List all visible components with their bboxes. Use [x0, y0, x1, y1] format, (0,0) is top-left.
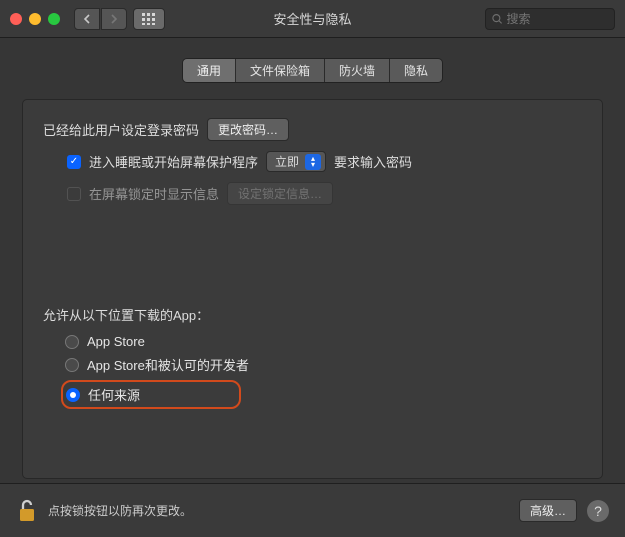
gatekeeper-title: 允许从以下位置下载的App： — [43, 305, 582, 324]
tab-privacy[interactable]: 隐私 — [390, 59, 442, 82]
show-lock-message-label: 在屏幕锁定时显示信息 — [89, 184, 219, 203]
gatekeeper-option-anywhere-row: 任何来源 — [61, 380, 582, 409]
general-pane: 已经给此用户设定登录密码 更改密码… 进入睡眠或开始屏幕保护程序 立即 ▴▾ 要… — [22, 99, 603, 479]
require-password-delay-select[interactable]: 立即 ▴▾ — [266, 151, 326, 172]
radio-anywhere-label: 任何来源 — [88, 385, 140, 404]
password-set-label: 已经给此用户设定登录密码 — [43, 120, 199, 139]
help-button[interactable]: ? — [587, 500, 609, 522]
require-password-checkbox[interactable] — [67, 155, 81, 169]
chevron-up-down-icon: ▴▾ — [305, 154, 321, 170]
lock-icon[interactable] — [16, 498, 38, 524]
tab-filevault[interactable]: 文件保险箱 — [236, 59, 325, 82]
radio-appstore-label: App Store — [87, 334, 145, 349]
require-password-label-post: 要求输入密码 — [334, 152, 412, 171]
window-controls — [10, 13, 60, 25]
require-password-label-pre: 进入睡眠或开始屏幕保护程序 — [89, 152, 258, 171]
change-password-button[interactable]: 更改密码… — [207, 118, 289, 141]
advanced-button[interactable]: 高级… — [519, 499, 577, 522]
search-input[interactable] — [507, 12, 609, 26]
show-all-button[interactable] — [133, 8, 165, 30]
footer-bar: 点按锁按钮以防再次更改。 高级… ? — [0, 483, 625, 537]
radio-identified-label: App Store和被认可的开发者 — [87, 355, 249, 374]
back-button[interactable] — [74, 8, 100, 30]
require-password-delay-value: 立即 — [275, 153, 299, 170]
minimize-icon[interactable] — [29, 13, 41, 25]
close-icon[interactable] — [10, 13, 22, 25]
lock-message-row: 在屏幕锁定时显示信息 设定锁定信息… — [67, 182, 582, 205]
radio-identified[interactable] — [65, 358, 79, 372]
radio-anywhere[interactable] — [66, 388, 80, 402]
search-icon — [492, 13, 503, 25]
zoom-icon[interactable] — [48, 13, 60, 25]
tab-bar: 通用 文件保险箱 防火墙 隐私 — [0, 58, 625, 83]
forward-button — [101, 8, 127, 30]
tab-firewall[interactable]: 防火墙 — [325, 59, 390, 82]
set-lock-message-button: 设定锁定信息… — [227, 182, 333, 205]
navigation-buttons — [74, 8, 127, 30]
gatekeeper-anywhere-highlight: 任何来源 — [61, 380, 241, 409]
titlebar: 安全性与隐私 — [0, 0, 625, 38]
radio-appstore[interactable] — [65, 335, 79, 349]
gatekeeper-option-appstore[interactable]: App Store — [65, 334, 582, 349]
tab-general[interactable]: 通用 — [183, 59, 236, 82]
lock-text: 点按锁按钮以防再次更改。 — [48, 502, 192, 519]
require-password-row: 进入睡眠或开始屏幕保护程序 立即 ▴▾ 要求输入密码 — [67, 151, 582, 172]
grid-icon — [142, 13, 156, 25]
search-field[interactable] — [485, 8, 615, 30]
password-set-row: 已经给此用户设定登录密码 更改密码… — [43, 118, 582, 141]
show-lock-message-checkbox[interactable] — [67, 187, 81, 201]
gatekeeper-option-identified[interactable]: App Store和被认可的开发者 — [65, 355, 582, 374]
